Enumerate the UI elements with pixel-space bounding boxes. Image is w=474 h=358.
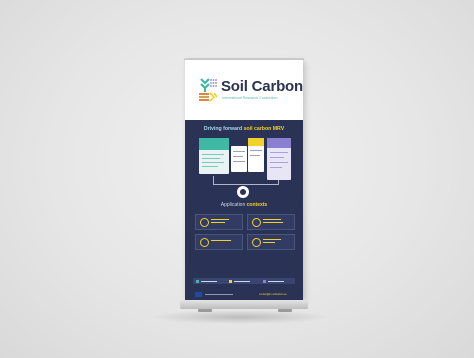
- funding-text-line: [205, 294, 233, 295]
- soil-carbon-logo-icon: [199, 78, 218, 102]
- section-heading-mrv: Driving forward soil carbon MRV: [185, 126, 303, 132]
- mrv-card-white: [231, 146, 247, 172]
- card-header: [267, 138, 291, 148]
- context-tile: [195, 234, 243, 250]
- logo-title: Soil Carbon: [221, 78, 303, 95]
- tile-line: [263, 219, 281, 220]
- heading-highlight: contexts: [246, 202, 268, 208]
- chart-icon: [252, 218, 261, 227]
- leaf-icon: [200, 218, 209, 227]
- stand-foot-right: [278, 309, 292, 312]
- legend-line: [268, 280, 284, 282]
- tile-line: [263, 242, 275, 243]
- legend-swatch-teal: [196, 279, 199, 283]
- heading-highlight: soil carbon MRV: [243, 126, 285, 132]
- hub-dot: [240, 189, 246, 195]
- card-line: [250, 150, 262, 151]
- card-line: [233, 156, 243, 157]
- banner-footer: contact@irc-soilcarbon.eu: [185, 290, 303, 300]
- mrv-card-teal: [199, 138, 229, 174]
- banner-header: Soil Carbon International Research Conso…: [185, 60, 303, 120]
- context-tile: [247, 214, 295, 230]
- card-line: [270, 157, 284, 158]
- flow-connector: [213, 176, 214, 184]
- legend-swatch-yellow: [229, 279, 232, 283]
- banner-stand-base: [180, 300, 308, 309]
- contact-email: contact@irc-soilcarbon.eu: [259, 292, 287, 296]
- heading-text: Driving forward: [203, 126, 244, 132]
- rollup-banner: Soil Carbon International Research Conso…: [185, 60, 303, 300]
- card-line: [202, 154, 224, 155]
- tractor-icon: [200, 238, 209, 247]
- card-line: [250, 155, 260, 156]
- tile-line: [211, 219, 229, 220]
- section-heading-contexts: Application contexts: [185, 202, 303, 208]
- card-header: [199, 138, 229, 150]
- logo-subtitle: International Research Consortium: [222, 96, 278, 100]
- tile-line: [263, 239, 281, 240]
- card-line: [233, 161, 245, 162]
- tile-line: [211, 240, 231, 241]
- card-line: [270, 167, 282, 168]
- map-icon: [252, 238, 261, 247]
- tile-line: [263, 222, 283, 223]
- card-line: [270, 162, 288, 163]
- heading-text: Application: [220, 202, 247, 208]
- banner-body: Driving forward soil carbon MRV Applicat…: [185, 120, 303, 300]
- hub-circle-icon: [237, 186, 249, 198]
- legend-line: [201, 280, 217, 282]
- card-line: [233, 151, 245, 152]
- floor-shadow: [150, 310, 330, 324]
- card-line: [202, 158, 220, 159]
- card-line: [202, 166, 218, 167]
- eu-flag-icon: [195, 292, 202, 297]
- context-tile: [247, 234, 295, 250]
- mrv-card-yellow: [248, 138, 264, 172]
- legend-bar: [193, 278, 295, 284]
- flow-connector: [213, 184, 279, 185]
- mrv-card-purple: [267, 138, 291, 180]
- card-line: [202, 162, 224, 163]
- card-header: [248, 138, 264, 146]
- context-tile: [195, 214, 243, 230]
- tile-line: [211, 222, 225, 223]
- legend-swatch-purple: [263, 279, 266, 283]
- stand-foot-left: [198, 309, 212, 312]
- legend-line: [234, 280, 250, 282]
- card-line: [270, 152, 288, 153]
